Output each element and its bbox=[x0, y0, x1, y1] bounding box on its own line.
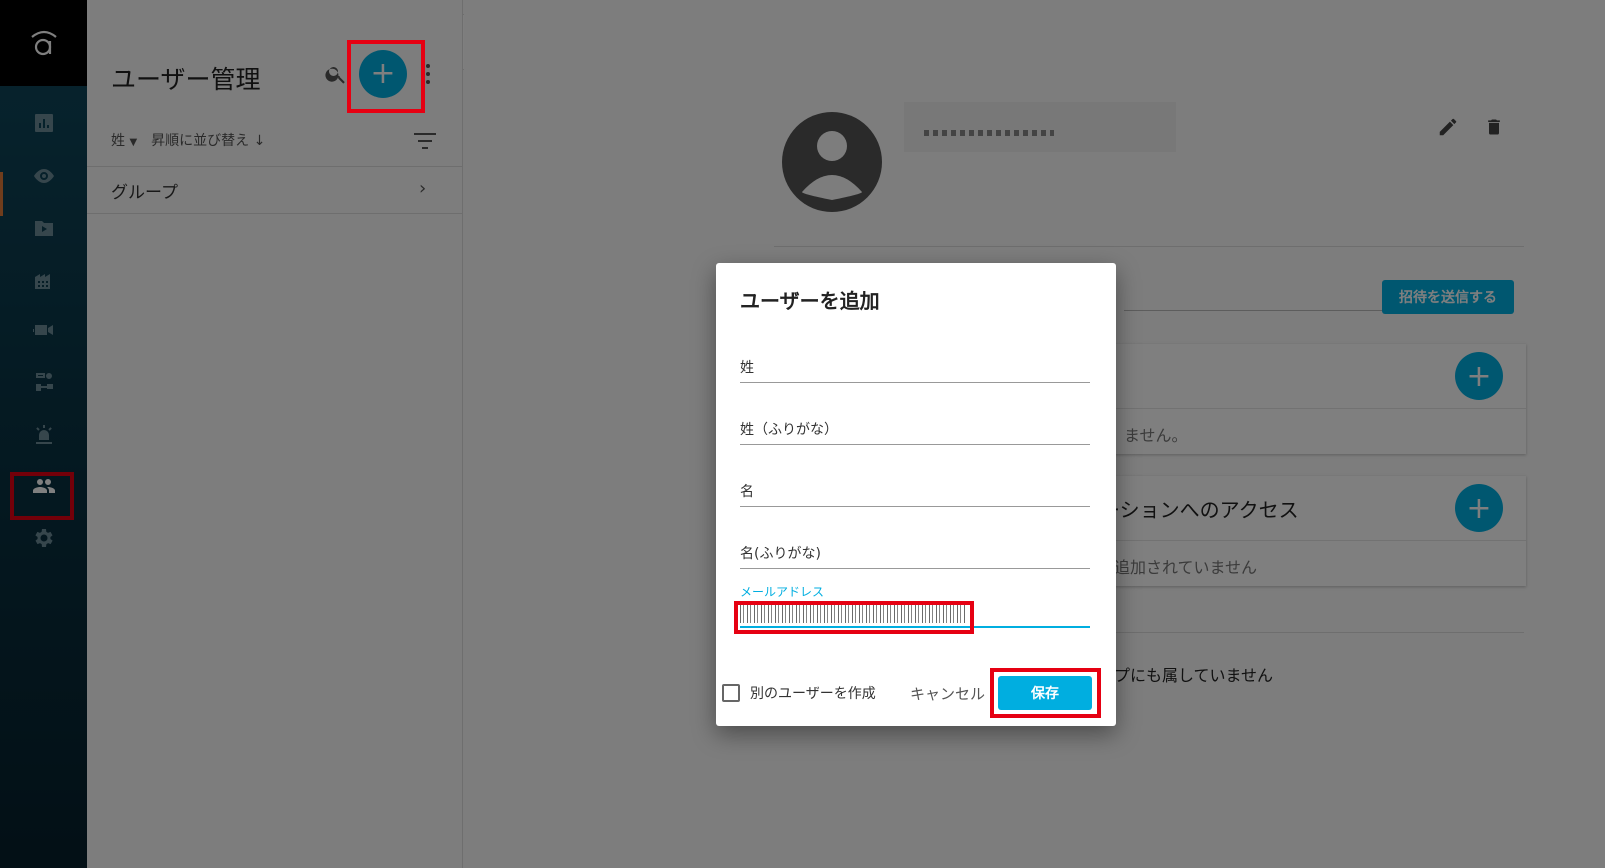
create-another-label: 別のユーザーを作成 bbox=[750, 686, 876, 702]
field-underline bbox=[740, 568, 1090, 569]
first-name-field[interactable]: 名 bbox=[740, 481, 1090, 507]
highlight-save-button bbox=[990, 668, 1101, 718]
email-label: メールアドレス bbox=[740, 585, 825, 599]
first-name-kana-field[interactable]: 名(ふりがな) bbox=[740, 543, 1090, 569]
last-name-label: 姓 bbox=[740, 360, 754, 376]
dialog-title: ユーザーを追加 bbox=[740, 289, 880, 313]
first-name-label: 名 bbox=[740, 484, 754, 500]
field-underline bbox=[740, 382, 1090, 383]
last-name-kana-field[interactable]: 姓（ふりがな） bbox=[740, 419, 1090, 445]
field-underline bbox=[740, 506, 1090, 507]
field-underline bbox=[740, 444, 1090, 445]
highlight-email-field bbox=[734, 601, 974, 634]
create-another-checkbox[interactable] bbox=[722, 684, 740, 702]
highlight-add-button bbox=[347, 40, 425, 113]
add-user-dialog: ユーザーを追加 姓 姓（ふりがな） 名 名(ふりがな) メールアドレス 別のユー… bbox=[716, 263, 1116, 726]
cancel-button[interactable]: キャンセル bbox=[910, 683, 985, 704]
first-name-kana-label: 名(ふりがな) bbox=[740, 546, 821, 562]
last-name-kana-label: 姓（ふりがな） bbox=[740, 422, 838, 438]
last-name-field[interactable]: 姓 bbox=[740, 357, 1090, 383]
